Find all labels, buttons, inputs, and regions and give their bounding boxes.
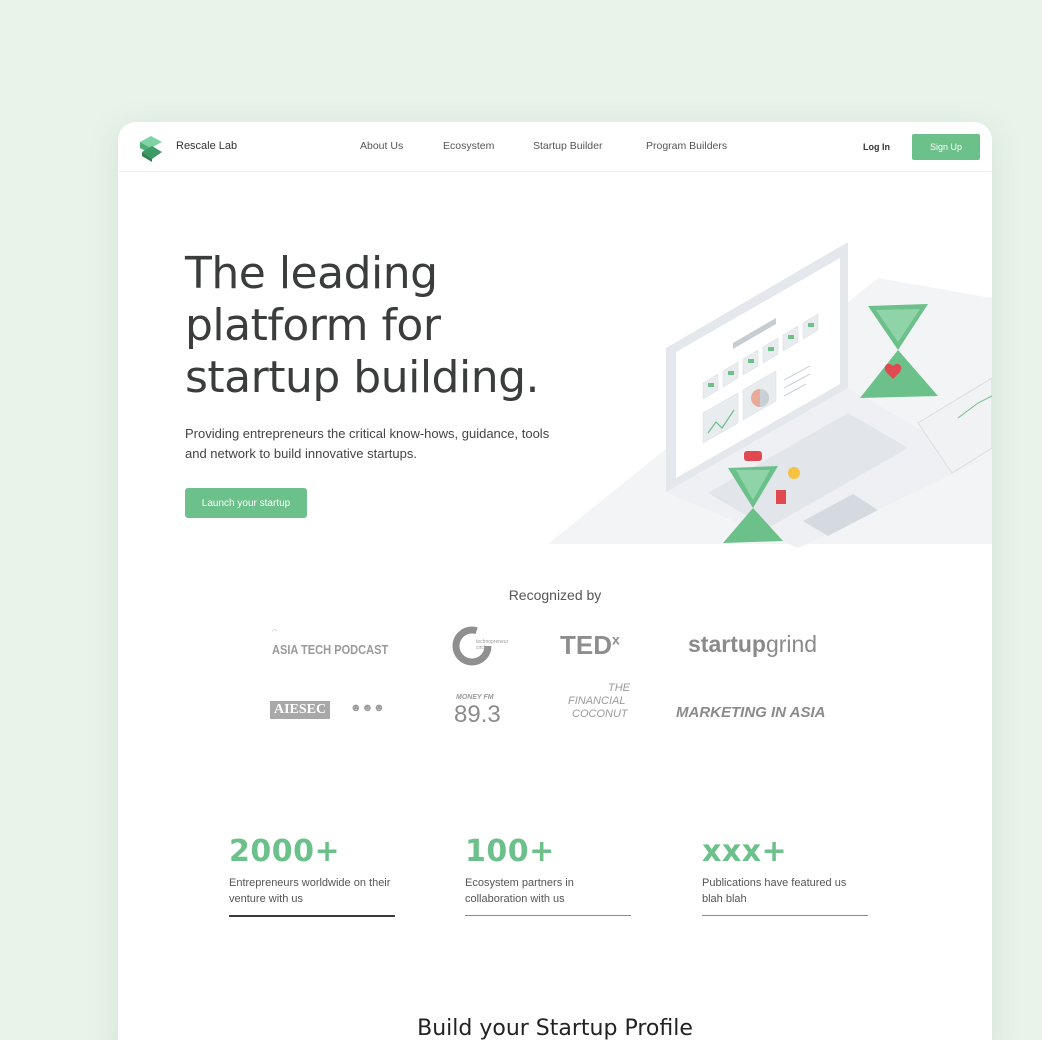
nav-link-program-builders[interactable]: Program Builders: [646, 140, 727, 152]
hero-title-line-2: platform for: [185, 300, 441, 351]
hero-title-line-3: startup building.: [185, 352, 540, 403]
stat-publications: xxx+ Publications have featured us blah …: [702, 834, 870, 916]
nav-link-about-us[interactable]: About Us: [360, 140, 403, 152]
financial-coconut-line-1: THE: [608, 682, 630, 694]
brand-name[interactable]: Rescale Lab: [176, 140, 237, 152]
startupgrind-part-b: grind: [765, 631, 818, 657]
top-navbar: Rescale Lab About Us Ecosystem Startup B…: [118, 122, 992, 172]
login-link[interactable]: Log In: [863, 142, 890, 152]
launch-startup-button[interactable]: Launch your startup: [185, 488, 307, 518]
stat-description: Ecosystem partners in collaboration with…: [465, 877, 574, 905]
tedx-sup: x: [612, 631, 620, 648]
financial-coconut-line-2: FINANCIAL: [568, 695, 626, 707]
nav-link-ecosystem[interactable]: Ecosystem: [443, 140, 494, 152]
moneyfm-label: MONEY FM: [456, 694, 494, 701]
startupgrind-logo: startupgrind: [688, 631, 817, 658]
signup-button[interactable]: Sign Up: [912, 134, 980, 160]
asia-tech-podcast-logo: ASIA TECH PODCAST: [272, 642, 389, 657]
moneyfm-frequency: 89.3: [454, 701, 501, 728]
hero-title: The leading platform for startup buildin…: [185, 248, 605, 404]
hero-title-line-1: The leading: [185, 248, 438, 299]
stat-underline: [465, 915, 631, 916]
wifi-icon: ◠: [272, 629, 278, 635]
stat-value: xxx+: [702, 834, 788, 869]
stat-value: 2000+: [229, 834, 341, 869]
recognized-by-heading: Recognized by: [508, 587, 602, 603]
tedx-main: TED: [560, 630, 612, 660]
startup-profile-heading: Build your Startup Profile: [417, 1016, 693, 1040]
hero-subtitle: Providing entrepreneurs the critical kno…: [185, 426, 550, 461]
stat-description: Entrepreneurs worldwide on their venture…: [229, 877, 391, 905]
stat-ecosystem-partners: 100+ Ecosystem partners in collaboration…: [465, 834, 633, 916]
rescale-lab-logo-icon[interactable]: [136, 132, 166, 162]
hero-laptop-illustration: [548, 242, 992, 548]
aiesec-people-icon: ☻☻☻: [350, 702, 385, 714]
marketing-in-asia-logo: MARKETING IN ASIA: [676, 704, 826, 721]
stat-value: 100+: [465, 834, 555, 869]
stat-description: Publications have featured us blah blah: [702, 877, 847, 905]
nav-link-startup-builder[interactable]: Startup Builder: [533, 140, 602, 152]
startupgrind-part-a: startup: [688, 631, 766, 657]
aiesec-logo: AIESEC: [270, 701, 331, 719]
technopreneur-text: technopreneur circle: [476, 639, 509, 651]
stat-underline: [229, 915, 395, 917]
stat-entrepreneurs: 2000+ Entrepreneurs worldwide on their v…: [229, 834, 397, 917]
financial-coconut-line-3: COCONUT: [572, 708, 628, 720]
landing-page-card: Rescale Lab About Us Ecosystem Startup B…: [118, 122, 992, 1040]
tedx-logo: TEDx: [560, 630, 620, 661]
stat-underline: [702, 915, 868, 916]
